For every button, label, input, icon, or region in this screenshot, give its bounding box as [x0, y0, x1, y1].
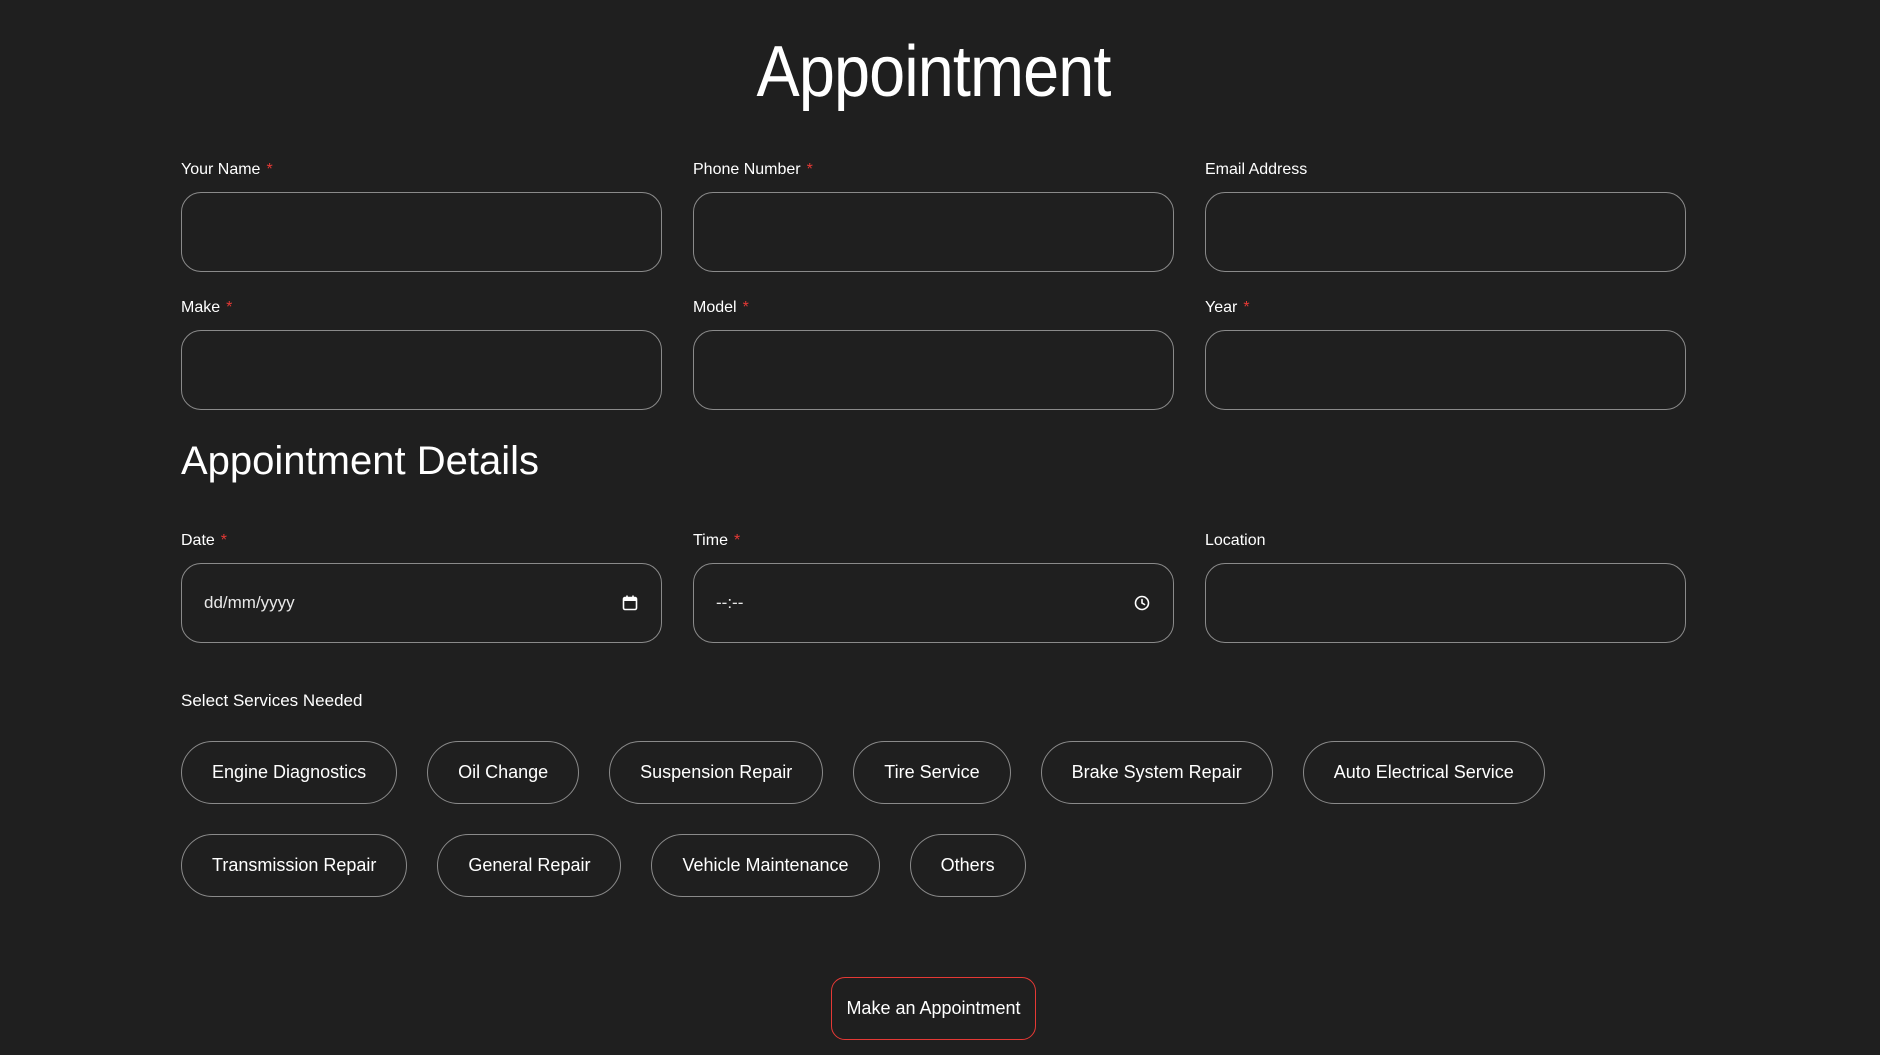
year-label: Year *	[1205, 299, 1250, 316]
required-marker: *	[266, 161, 273, 178]
section-title: Appointment Details	[181, 439, 539, 483]
make-appointment-button[interactable]: Make an Appointment	[831, 977, 1036, 1040]
required-marker: *	[806, 161, 813, 178]
service-chip-auto-electrical-service[interactable]: Auto Electrical Service	[1302, 741, 1545, 804]
model-input[interactable]	[693, 330, 1174, 410]
phone-field: Phone Number *	[693, 160, 1174, 272]
model-field: Model *	[693, 298, 1174, 410]
location-input[interactable]	[1205, 563, 1686, 643]
time-label: Time *	[693, 532, 741, 549]
vehicle-row: Make * Model * Year *	[181, 298, 1686, 410]
calendar-icon[interactable]	[621, 594, 639, 612]
email-input[interactable]	[1205, 192, 1686, 272]
time-input[interactable]: --:--	[693, 563, 1174, 643]
date-placeholder: dd/mm/yyyy	[204, 593, 295, 612]
date-label: Date *	[181, 532, 228, 549]
service-chip-tire-service[interactable]: Tire Service	[853, 741, 1011, 804]
service-chip-suspension-repair[interactable]: Suspension Repair	[609, 741, 824, 804]
year-input[interactable]	[1205, 330, 1686, 410]
date-input[interactable]: dd/mm/yyyy	[181, 563, 662, 643]
name-input[interactable]	[181, 192, 662, 272]
contact-row: Your Name * Phone Number * Email Address	[181, 160, 1686, 272]
required-marker: *	[226, 299, 233, 316]
service-chip-engine-diagnostics[interactable]: Engine Diagnostics	[181, 741, 398, 804]
name-label: Your Name *	[181, 161, 273, 178]
required-marker: *	[1243, 299, 1250, 316]
location-field: Location	[1205, 531, 1686, 643]
make-label: Make *	[181, 299, 233, 316]
clock-icon[interactable]	[1133, 594, 1151, 612]
page-title: Appointment	[756, 32, 1112, 112]
email-label: Email Address	[1205, 161, 1308, 178]
date-field: Date * dd/mm/yyyy	[181, 531, 662, 643]
year-field: Year *	[1205, 298, 1686, 410]
make-input[interactable]	[181, 330, 662, 410]
time-placeholder: --:--	[716, 593, 744, 612]
email-field: Email Address	[1205, 160, 1686, 272]
location-label: Location	[1205, 532, 1266, 549]
model-label: Model *	[693, 299, 749, 316]
required-marker: *	[220, 532, 228, 549]
required-marker: *	[742, 299, 749, 316]
service-chip-general-repair[interactable]: General Repair	[437, 834, 622, 897]
service-chip-oil-change[interactable]: Oil Change	[427, 741, 580, 804]
required-marker: *	[733, 532, 741, 549]
service-chip-transmission-repair[interactable]: Transmission Repair	[181, 834, 408, 897]
service-chips: Engine Diagnostics Oil Change Suspension…	[181, 741, 1686, 897]
services-label: Select Services Needed	[181, 691, 363, 710]
phone-input[interactable]	[693, 192, 1174, 272]
make-field: Make *	[181, 298, 662, 410]
details-row: Date * dd/mm/yyyy Time * --:-- Location	[181, 531, 1686, 643]
service-chip-vehicle-maintenance[interactable]: Vehicle Maintenance	[651, 834, 880, 897]
phone-label: Phone Number *	[693, 161, 813, 178]
service-chip-others[interactable]: Others	[909, 834, 1026, 897]
time-field: Time * --:--	[693, 531, 1174, 643]
name-field: Your Name *	[181, 160, 662, 272]
service-chip-brake-system-repair[interactable]: Brake System Repair	[1040, 741, 1273, 804]
